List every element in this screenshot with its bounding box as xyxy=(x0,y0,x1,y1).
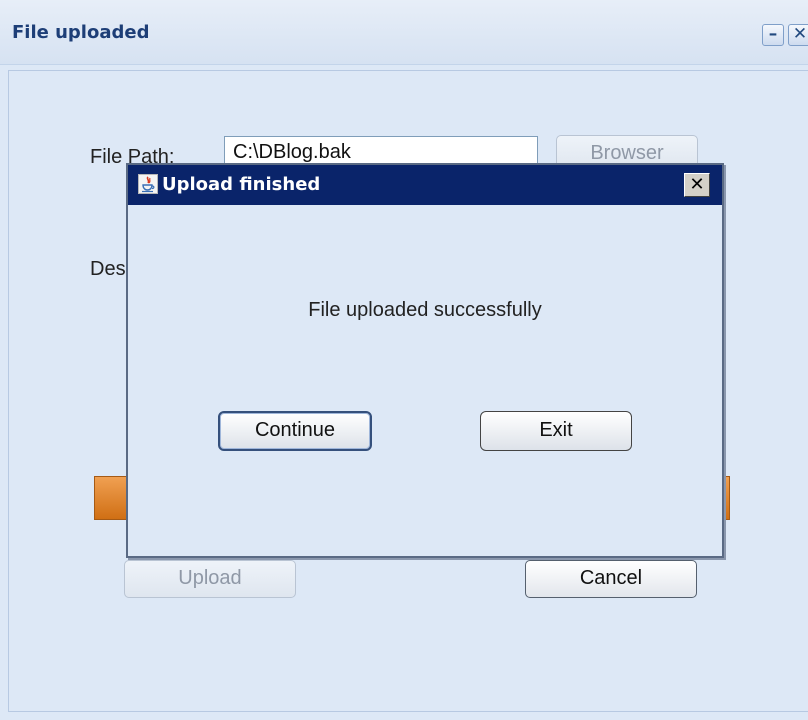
description-label: Des xyxy=(90,258,126,280)
upload-finished-dialog: Upload finished ✕ File uploaded successf… xyxy=(126,163,724,558)
file-uploaded-window: File uploaded – ✕ File Path: C:\DBlog.ba… xyxy=(0,0,808,720)
continue-button[interactable]: Continue xyxy=(218,411,372,451)
java-icon xyxy=(138,174,158,194)
window-title-bar[interactable]: File uploaded – ✕ xyxy=(0,0,808,65)
close-icon[interactable]: ✕ xyxy=(788,24,808,46)
window-title: File uploaded xyxy=(12,22,150,43)
dialog-title: Upload finished xyxy=(162,174,321,195)
exit-button[interactable]: Exit xyxy=(480,411,632,451)
cancel-button[interactable]: Cancel xyxy=(525,560,697,598)
dialog-message: File uploaded successfully xyxy=(308,299,542,321)
dialog-title-bar[interactable]: Upload finished ✕ xyxy=(128,165,722,205)
minimize-icon[interactable]: – xyxy=(762,24,784,46)
upload-button[interactable]: Upload xyxy=(124,560,296,598)
dialog-close-icon[interactable]: ✕ xyxy=(684,173,710,197)
